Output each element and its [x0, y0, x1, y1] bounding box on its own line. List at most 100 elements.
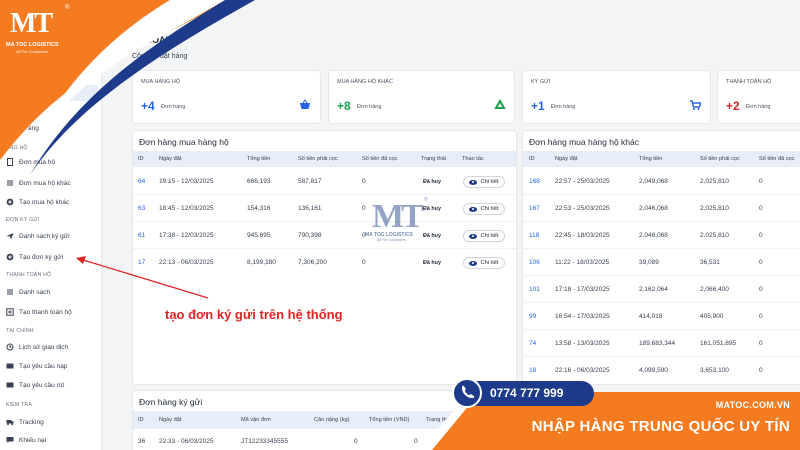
sidebar-item-consignment-list[interactable]: Danh sách ký gửi: [6, 232, 70, 240]
detail-button[interactable]: Chi tiết: [463, 257, 505, 269]
row-deposited: 0: [759, 259, 763, 266]
row-id[interactable]: 118: [529, 232, 539, 239]
row-date: 22:57 - 25/03/2025: [555, 178, 610, 185]
row-id[interactable]: 36: [138, 438, 145, 445]
sidebar-item-tracking[interactable]: Tracking: [6, 418, 44, 426]
sidebar-item-withdraw-request[interactable]: Tạo yêu cầu rút: [6, 381, 64, 389]
row-deposit-required: 2,066,400: [700, 286, 729, 293]
sidebar-item-create-other[interactable]: Tạo mua hộ khác: [6, 198, 69, 206]
row-date: 22:53 - 25/03/2025: [555, 205, 610, 212]
stat-unit: Đơn hàng: [551, 104, 576, 110]
sidebar-item-transactions[interactable]: Lịch sử giao dịch: [6, 343, 68, 351]
row-date: 22:45 - 18/03/2025: [555, 232, 610, 239]
card-icon: [6, 363, 14, 369]
row-date: 17:38 - 12/03/2025: [159, 232, 214, 239]
logo-mark: MT: [10, 8, 53, 39]
sidebar-heading-payment: THANH TOÁN HỘ: [6, 272, 52, 278]
row-divider: [133, 194, 516, 195]
eye-icon: [469, 179, 478, 185]
recycle-icon: [494, 99, 506, 109]
list-icon: [7, 289, 13, 295]
sidebar-active-highlight: [4, 85, 98, 101]
row-weight: 0: [354, 438, 358, 445]
row-id[interactable]: 17: [138, 259, 145, 266]
detail-button[interactable]: Chi tiết: [463, 176, 505, 188]
row-id[interactable]: 167: [529, 205, 540, 212]
sidebar-item-label: Tạo thanh toán hộ: [19, 308, 72, 316]
stat-unit: Đơn hàng: [161, 104, 186, 110]
row-id[interactable]: 61: [138, 232, 145, 239]
detail-button-label: Chi tiết: [480, 206, 499, 212]
row-divider: [523, 248, 800, 249]
status-badge: Đã huỷ: [423, 206, 441, 212]
col-total: Tổng tiền: [247, 156, 271, 162]
stat-label: MUA HÀNG HỘ KHÁC: [337, 79, 393, 85]
card-icon: [6, 382, 14, 388]
row-date: 18:45 - 12/03/2025: [159, 205, 214, 212]
stat-card-purchase[interactable]: MUA HÀNG HỘ +4 Đơn hàng: [132, 70, 321, 124]
sidebar-item-complaints[interactable]: Khiếu nại: [6, 436, 46, 444]
status-badge: Đã huỷ: [423, 233, 441, 239]
sidebar-heading-consignment: ĐƠN KÝ GỬI: [6, 217, 40, 223]
sidebar-item-label: Đơn mua hộ: [19, 158, 56, 166]
sidebar-item-other-orders[interactable]: Đơn mua hộ khác: [6, 179, 71, 187]
stat-card-consignment[interactable]: KÝ GỬI +1 Đơn hàng: [522, 70, 711, 124]
sidebar-item-label: Tạo mua hộ khác: [19, 198, 70, 206]
table-header: ID Ngày đặt Tổng tiền Số tiền phải cọc S…: [133, 151, 516, 167]
logo-tagline: All For Customers: [16, 49, 49, 54]
annotation-text: tạo đơn ký gửi trên hệ thống: [165, 307, 343, 322]
logo-name: MA TOC LOGISTICS: [6, 42, 59, 48]
sidebar-item-label: Tạo yêu cầu rút: [19, 381, 65, 389]
detail-button[interactable]: Chi tiết: [463, 203, 505, 215]
sidebar-item-create-payment[interactable]: Tạo thanh toán hộ: [6, 308, 72, 316]
row-deposit-required: 2,025,810: [700, 205, 729, 212]
row-id[interactable]: 18: [529, 367, 536, 374]
plus-square-icon: [6, 308, 14, 316]
row-deposited: 0: [759, 367, 763, 374]
row-id[interactable]: 64: [138, 178, 145, 185]
cart-icon: [690, 100, 701, 110]
row-id[interactable]: 99: [529, 313, 536, 320]
row-id[interactable]: 106: [529, 259, 540, 266]
row-divider: [523, 356, 800, 357]
detail-button-label: Chi tiết: [480, 260, 499, 266]
stat-label: MUA HÀNG HỘ: [141, 79, 181, 85]
stat-card-other[interactable]: MUA HÀNG HỘ KHÁC +8 Đơn hàng: [328, 70, 515, 124]
col-id: ID: [138, 156, 144, 162]
row-deposit-required: 405,900: [700, 313, 724, 320]
row-deposit-required: 587,817: [298, 178, 322, 185]
page-title: HBOARD: [139, 35, 179, 45]
row-deposited: 0: [759, 178, 763, 185]
row-id[interactable]: 101: [529, 286, 540, 293]
row-total: 945,695: [247, 232, 271, 239]
sidebar-item-deposit-request[interactable]: Tạo yêu cầu nạp: [6, 362, 67, 370]
list-icon: [7, 180, 13, 186]
col-deposited: Số tiền đã cọc: [362, 156, 398, 162]
row-id[interactable]: 74: [529, 340, 536, 347]
col-tracking: Mã vận đơn: [241, 417, 271, 423]
row-date: 19:15 - 12/03/2025: [159, 178, 214, 185]
row-id[interactable]: 168: [529, 178, 540, 185]
sidebar-item-payment-list[interactable]: Danh sách: [6, 288, 50, 296]
row-id[interactable]: 63: [138, 205, 145, 212]
stat-card-payment[interactable]: THANH TOÁN HỘ +2 Đơn hàng: [717, 70, 800, 124]
detail-button[interactable]: Chi tiết: [463, 230, 505, 242]
row-deposited: 0: [759, 205, 763, 212]
sidebar-item-create-consignment[interactable]: Tạo đơn ký gửi: [6, 253, 63, 261]
detail-button-label: Chi tiết: [480, 179, 499, 185]
row-tracking: JT12233345555: [241, 438, 288, 445]
col-weight: Cân nặng (kg): [314, 417, 350, 423]
history-icon: [6, 343, 14, 351]
row-total: 154,316: [247, 205, 271, 212]
sidebar-item-top[interactable]: ang: [6, 125, 39, 132]
row-total: 0: [414, 438, 418, 445]
table-header: ID Ngày đặt Tổng tiền Số tiền phải cọc S…: [523, 151, 800, 167]
row-deposit-required: 790,398: [298, 232, 322, 239]
row-divider: [523, 221, 800, 222]
plane-icon: [6, 233, 14, 240]
col-status: Trạng thái: [421, 156, 446, 162]
col-status: Trạng th: [426, 417, 447, 423]
row-deposited: 0: [362, 178, 366, 185]
sidebar: ang ÀNG HỘ Đơn mua hộ Đơn mua hộ khác Tạ…: [0, 0, 102, 450]
sidebar-item-purchase-orders[interactable]: Đơn mua hộ: [6, 158, 55, 166]
